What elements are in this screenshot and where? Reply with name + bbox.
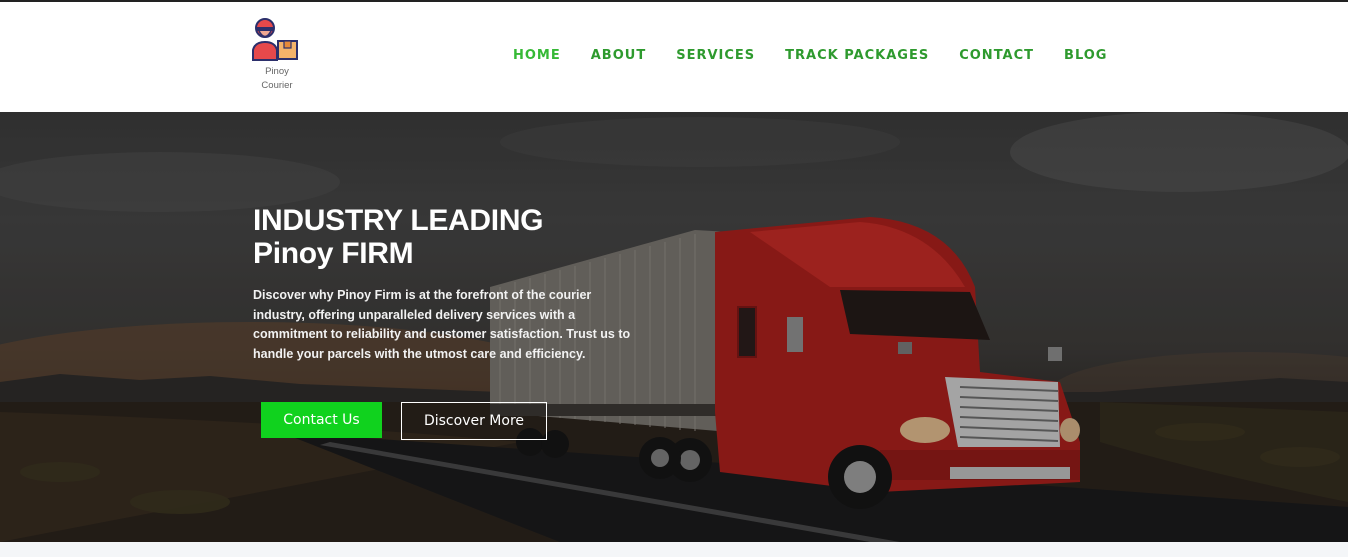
brand-name-line2: Courier xyxy=(261,80,293,91)
brand-logo[interactable]: Pinoy Courier xyxy=(250,18,304,93)
main-nav: HOME ABOUT SERVICES TRACK PACKAGES CONTA… xyxy=(498,48,1122,68)
nav-contact[interactable]: CONTACT xyxy=(959,48,1034,68)
brand-name: Pinoy Courier xyxy=(246,65,308,93)
nav-blog[interactable]: BLOG xyxy=(1064,48,1107,68)
nav-about[interactable]: ABOUT xyxy=(591,48,646,68)
nav-track-packages[interactable]: TRACK PACKAGES xyxy=(785,48,929,68)
hero-title: INDUSTRY LEADING Pinoy FIRM xyxy=(253,204,653,270)
hero-dark-overlay xyxy=(0,112,1348,542)
nav-home[interactable]: HOME xyxy=(513,48,561,68)
next-section-edge xyxy=(0,542,1348,557)
hero-title-line1: INDUSTRY LEADING xyxy=(253,204,544,237)
contact-us-button[interactable]: Contact Us xyxy=(261,402,382,438)
brand-name-line1: Pinoy xyxy=(265,66,289,77)
hero-title-line2: Pinoy FIRM xyxy=(253,237,414,270)
discover-more-button[interactable]: Discover More xyxy=(401,402,547,440)
hero-content: INDUSTRY LEADING Pinoy FIRM Discover why… xyxy=(253,204,653,364)
hero-description: Discover why Pinoy Firm is at the forefr… xyxy=(253,288,631,361)
courier-with-package-icon xyxy=(252,18,298,61)
site-header: Pinoy Courier HOME ABOUT SERVICES TRACK … xyxy=(0,2,1348,112)
hero-section: INDUSTRY LEADING Pinoy FIRM Discover why… xyxy=(0,112,1348,542)
nav-services[interactable]: SERVICES xyxy=(676,48,755,68)
